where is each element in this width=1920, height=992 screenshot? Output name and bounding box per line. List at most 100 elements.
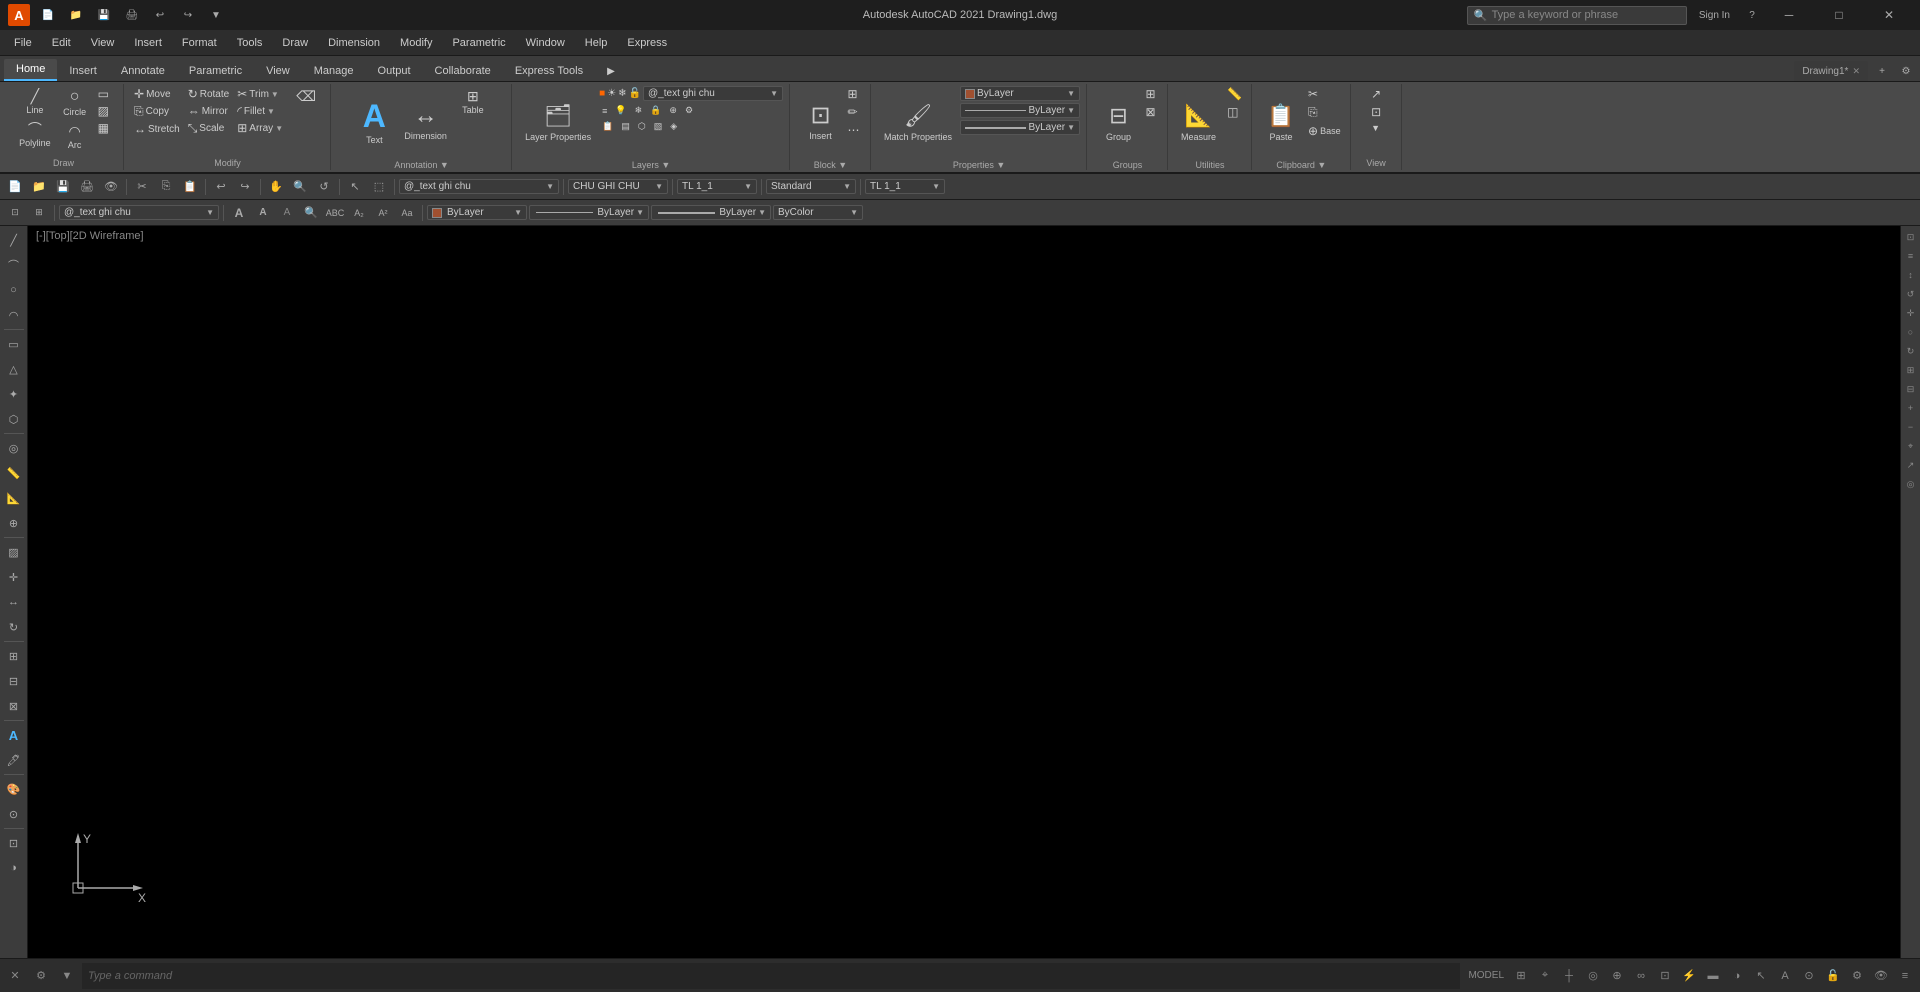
lt-hatch[interactable]: ▨ (2, 540, 26, 564)
group-btn[interactable]: ⊟ Group (1097, 86, 1141, 158)
ann-layer-dropdown[interactable]: @_text ghi chu ▼ (59, 205, 219, 220)
restore-btn[interactable]: □ (1816, 0, 1862, 30)
menu-insert[interactable]: Insert (124, 33, 172, 53)
tab-manage[interactable]: Manage (302, 61, 366, 81)
st-snap-btn[interactable]: ⌖ (1534, 965, 1556, 987)
layer-btn3d[interactable]: ▧ (651, 120, 666, 133)
rt-btn4[interactable]: ↺ (1902, 285, 1920, 303)
style2-dropdown[interactable]: TL 1_1 ▼ (677, 179, 757, 194)
menu-draw[interactable]: Draw (272, 33, 318, 53)
view-btn1[interactable]: ↗ (1368, 86, 1384, 102)
dimension-btn[interactable]: ↔ Dimension (398, 86, 453, 158)
st-otrack-btn[interactable]: ∞ (1630, 965, 1652, 987)
ann-text-btn[interactable]: A (228, 202, 250, 224)
canvas-area[interactable]: [-][Top][2D Wireframe] Y X (28, 226, 1900, 958)
rt-btn8[interactable]: ⊞ (1902, 361, 1920, 379)
qat-undo[interactable]: ↩ (150, 5, 170, 25)
copy-clip-btn[interactable]: ⎘ (1305, 104, 1344, 121)
st-hardware-btn[interactable]: ⚙ (1846, 965, 1868, 987)
rt-btn9[interactable]: ⊟ (1902, 380, 1920, 398)
view-btn3[interactable]: ▼ (1368, 122, 1384, 134)
stretch-btn[interactable]: ↔ Stretch (131, 121, 183, 137)
lt-measure2[interactable]: 📏 (2, 461, 26, 485)
tb-copy2[interactable]: ⎘ (155, 176, 177, 198)
rt-btn12[interactable]: ⌖ (1902, 437, 1920, 455)
transparency-dropdown-ann[interactable]: ByColor ▼ (773, 205, 863, 220)
qat-plot[interactable]: 🖨 (122, 5, 142, 25)
style4-dropdown[interactable]: TL 1_1 ▼ (865, 179, 945, 194)
menu-help[interactable]: Help (575, 33, 618, 53)
lt-line[interactable]: ╱ (2, 228, 26, 252)
rt-btn3[interactable]: ↕ (1902, 266, 1920, 284)
linetype-dropdown[interactable]: ByLayer ▼ (960, 103, 1080, 118)
rt-btn13[interactable]: ↗ (1902, 456, 1920, 474)
ann-text3-btn[interactable]: A (276, 202, 298, 224)
menu-view[interactable]: View (81, 33, 125, 53)
rt-btn7[interactable]: ↻ (1902, 342, 1920, 360)
block-more-btn[interactable]: ⋯ (845, 122, 863, 138)
tb-select[interactable]: ↖ (344, 176, 366, 198)
tb-print[interactable]: 🖨 (76, 176, 98, 198)
layer-more-btn[interactable]: ⊕ (666, 104, 680, 117)
match-properties-btn[interactable]: 🖌 Match Properties (878, 86, 958, 158)
tab-close-icon[interactable]: ✕ (1852, 66, 1860, 77)
array-btn[interactable]: ⊞ Array ▼ (234, 120, 286, 136)
ungroup-btn[interactable]: ⊠ (1143, 104, 1159, 120)
tb-orbit[interactable]: ↺ (313, 176, 335, 198)
tb-preview[interactable]: 👁 (100, 176, 122, 198)
rt-btn5[interactable]: ✛ (1902, 304, 1920, 322)
tb-open[interactable]: 📁 (28, 176, 50, 198)
arc-btn[interactable]: ◠ Arc (57, 121, 93, 153)
st-osnap-btn[interactable]: ⊕ (1606, 965, 1628, 987)
qat-more[interactable]: ▼ (206, 5, 226, 25)
lt-text2[interactable]: 🖊 (2, 748, 26, 772)
workspace-btn[interactable]: ⚙ (1896, 61, 1916, 81)
tb-paste2[interactable]: 📋 (179, 176, 201, 198)
cmd-toggle-btn[interactable]: ✕ (4, 965, 26, 987)
info-btn[interactable]: ? (1742, 5, 1762, 25)
insert-btn[interactable]: ⊡ Insert (799, 86, 843, 158)
ann-tb-btn1[interactable]: ⊡ (4, 202, 26, 224)
ann-text2-btn[interactable]: A (252, 202, 274, 224)
lt-draw3[interactable]: ✦ (2, 382, 26, 406)
tab-insert[interactable]: Insert (57, 61, 109, 81)
view-btn2[interactable]: ⊡ (1368, 104, 1384, 120)
color-dropdown[interactable]: ByLayer ▼ (960, 86, 1080, 101)
copy-btn[interactable]: ⎘ Copy (131, 103, 183, 120)
tb-save[interactable]: 💾 (52, 176, 74, 198)
tb-cut[interactable]: ✂ (131, 176, 153, 198)
ann-spell-btn[interactable]: ABC (324, 202, 346, 224)
st-grid-btn[interactable]: ⊞ (1510, 965, 1532, 987)
st-model-btn[interactable]: MODEL (1464, 965, 1508, 987)
measure-btn[interactable]: 📐 Measure (1175, 86, 1222, 158)
table-btn[interactable]: ⊞ Table (455, 86, 491, 118)
layer-name-dropdown[interactable]: @_text ghi chu ▼ (643, 86, 783, 101)
st-lw-btn[interactable]: ▬ (1702, 965, 1724, 987)
lt-modify3[interactable]: ↻ (2, 615, 26, 639)
layer-lock-btn[interactable]: 🔒 (647, 104, 664, 117)
style1-dropdown[interactable]: CHU GHI CHU ▼ (568, 179, 668, 194)
circle-btn[interactable]: ○ Circle (57, 86, 93, 120)
command-line[interactable]: Type a command (82, 963, 1460, 989)
new-tab-btn[interactable]: + (1872, 61, 1892, 81)
util-btn2[interactable]: ◫ (1224, 104, 1245, 120)
menu-parametric[interactable]: Parametric (442, 33, 515, 53)
tab-home[interactable]: Home (4, 59, 57, 81)
fillet-btn[interactable]: ◜ Fillet ▼ (234, 103, 286, 119)
tb-zoom[interactable]: 🔍 (289, 176, 311, 198)
layer-properties-btn[interactable]: 🗂 Layer Properties (519, 86, 597, 158)
menu-tools[interactable]: Tools (227, 33, 273, 53)
st-polar-btn[interactable]: ◎ (1582, 965, 1604, 987)
polyline-btn[interactable]: ⌒ Polyline (15, 119, 55, 151)
tb-redo2[interactable]: ↪ (234, 176, 256, 198)
tb-pan[interactable]: ✋ (265, 176, 287, 198)
lt-arc[interactable]: ◠ (2, 303, 26, 327)
tab-annotate[interactable]: Annotate (109, 61, 177, 81)
tab-more[interactable]: ▶ (595, 62, 627, 81)
tab-parametric[interactable]: Parametric (177, 61, 254, 81)
lt-draw4[interactable]: ⬡ (2, 407, 26, 431)
style3-dropdown[interactable]: Standard ▼ (766, 179, 856, 194)
base-btn[interactable]: ⊕ Base (1305, 123, 1344, 139)
st-ws-btn[interactable]: ⊙ (1798, 965, 1820, 987)
rotate-btn[interactable]: ↻ Rotate (185, 86, 233, 102)
